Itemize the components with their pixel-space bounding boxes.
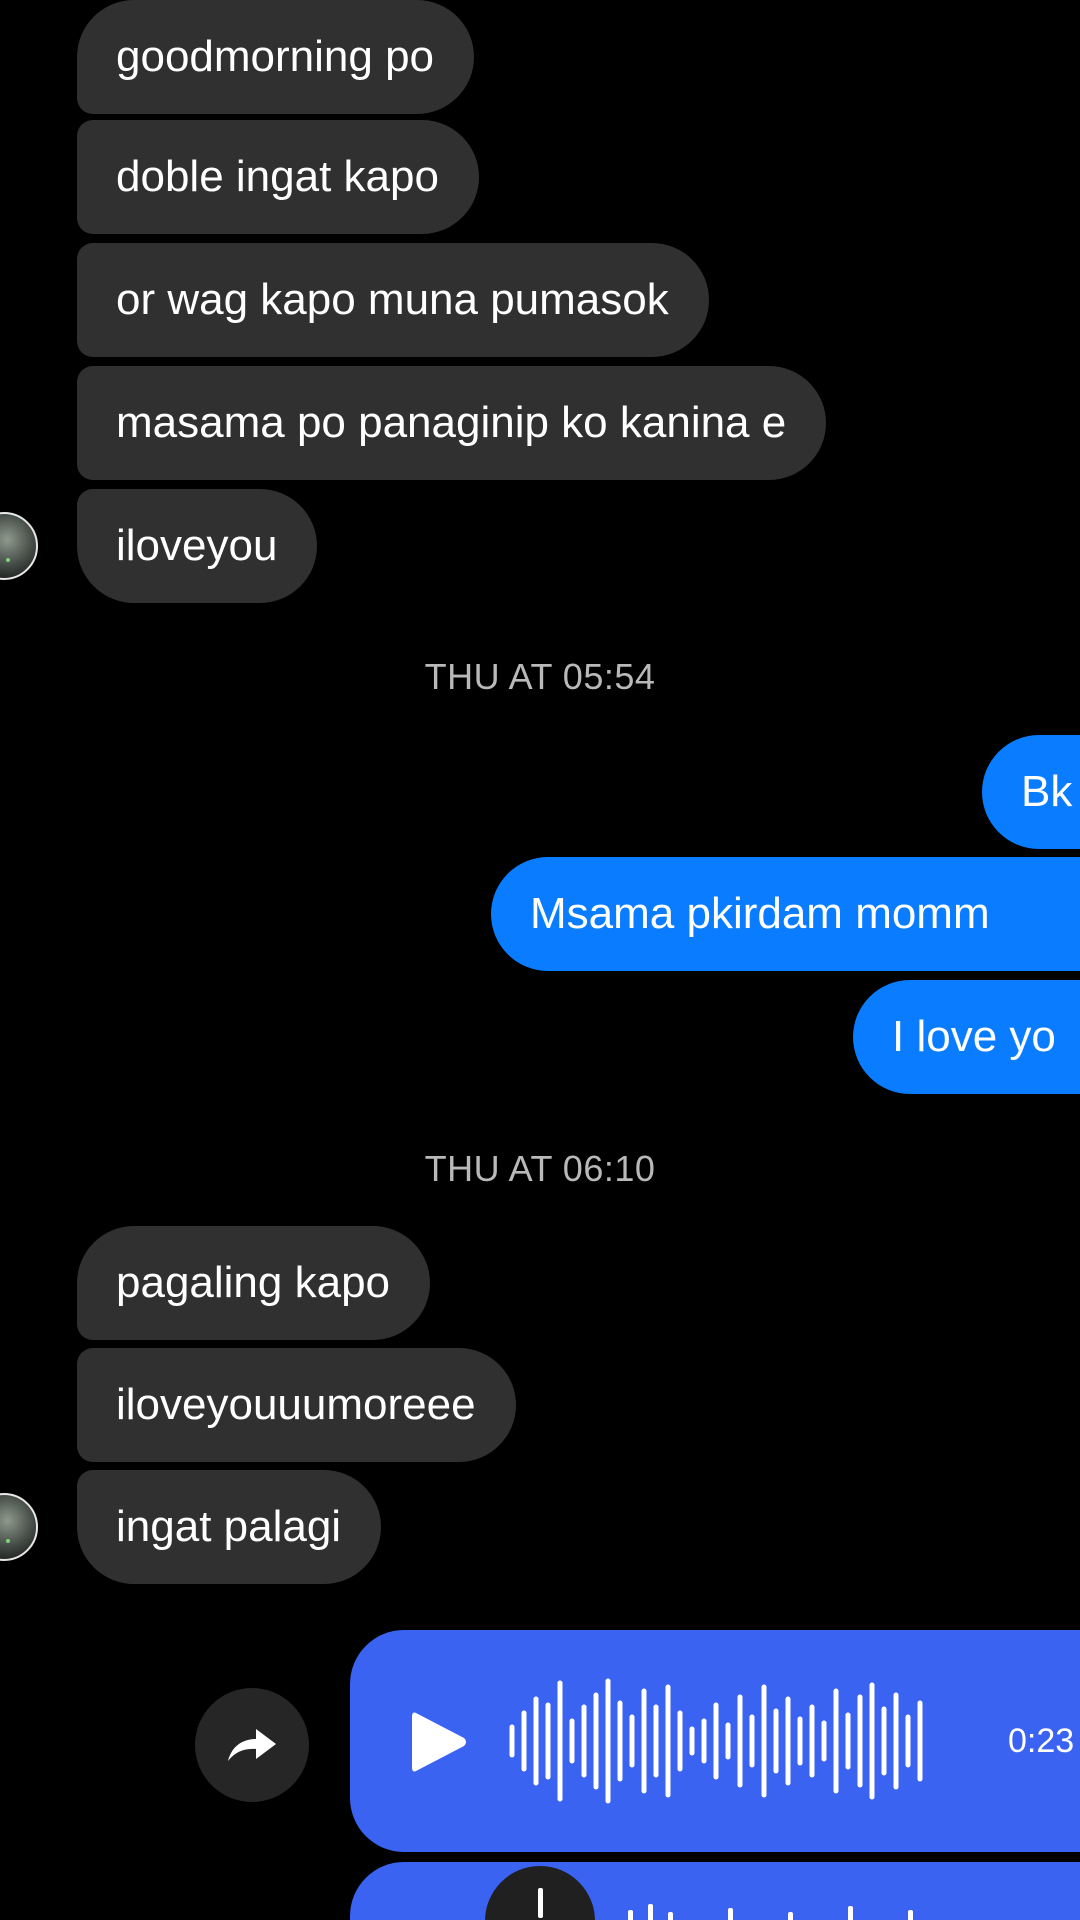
incoming-message[interactable]: ingat palagi bbox=[77, 1470, 382, 1584]
incoming-message[interactable]: goodmorning po bbox=[77, 0, 475, 114]
share-arrow-icon bbox=[228, 1729, 276, 1761]
incoming-message[interactable]: or wag kapo muna pumasok bbox=[77, 243, 709, 357]
play-icon bbox=[412, 1712, 466, 1772]
chat-thread: goodmorning po doble ingat kapo or wag k… bbox=[0, 0, 1080, 1920]
voice-duration: 0:23 bbox=[1008, 1722, 1075, 1760]
contact-avatar[interactable] bbox=[0, 512, 38, 580]
outgoing-message[interactable]: Msama pkirdam momm bbox=[491, 857, 1080, 971]
play-button[interactable] bbox=[485, 1866, 595, 1920]
timestamp-divider: THU AT 05:54 bbox=[424, 656, 656, 697]
incoming-message[interactable]: masama po panaginip ko kanina e bbox=[77, 366, 827, 480]
share-button[interactable] bbox=[195, 1688, 309, 1802]
audio-waveform-icon bbox=[509, 1678, 923, 1804]
outgoing-message[interactable]: Bk bbox=[982, 735, 1080, 849]
incoming-message[interactable]: doble ingat kapo bbox=[77, 120, 479, 234]
outgoing-message[interactable]: I love yo bbox=[853, 980, 1080, 1094]
voice-message[interactable] bbox=[350, 1862, 1080, 1920]
incoming-message[interactable]: pagaling kapo bbox=[77, 1226, 431, 1340]
voice-message[interactable]: 0:23 bbox=[350, 1630, 1080, 1852]
contact-avatar[interactable] bbox=[0, 1493, 38, 1561]
incoming-message[interactable]: iloveyouuumoreee bbox=[77, 1348, 516, 1462]
incoming-message[interactable]: iloveyou bbox=[77, 489, 318, 603]
audio-waveform-icon bbox=[628, 1904, 913, 1920]
timestamp-divider: THU AT 06:10 bbox=[424, 1148, 656, 1189]
play-button[interactable] bbox=[408, 1709, 470, 1780]
